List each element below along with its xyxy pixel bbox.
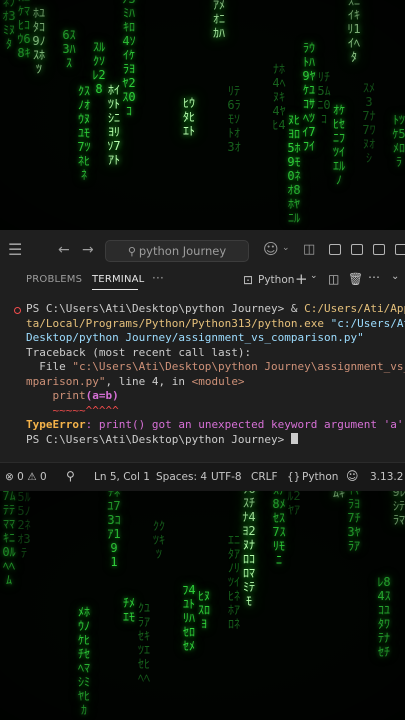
terminal-prompt-line: PS C:\Users\Ati\Desktop\python Journey> (26, 432, 298, 448)
forward-arrow-icon[interactable]: → (82, 242, 94, 258)
terminal-dropdown-icon[interactable]: ⌄ (310, 271, 318, 281)
terminal-line-command: PS C:\Users\Ati\Desktop\python Journey> … (26, 302, 405, 315)
menu-icon[interactable]: ☰ (8, 240, 22, 259)
error-icon: ⊗ (5, 471, 14, 483)
python-version[interactable]: 3.13.2 (370, 471, 403, 483)
matrix-background-bottom: 7ﾑﾃﾃﾏﾏｷﾆ0ﾙﾍﾍﾑ5ﾙ5ﾉ2ﾈｵ3ﾃﾒﾎｳﾉｹﾋﾁｾﾍﾏｼﾐﾔﾋｶｶｵﾁ… (0, 491, 405, 720)
vignette-overlay (0, 0, 405, 230)
traceback-header: Traceback (most recent call last): (26, 345, 252, 359)
terminal-cursor (290, 432, 298, 444)
traceback-code-line: print(a=b) (52, 389, 119, 402)
toggle-panel-icon[interactable] (351, 244, 363, 255)
tab-problems[interactable]: PROBLEMS (26, 274, 82, 285)
chevron-down-icon[interactable]: ⌄ (282, 243, 290, 253)
tab-terminal[interactable]: TERMINAL (92, 274, 144, 285)
problems-status[interactable]: ⊗ 0 ⚠ 0 (5, 471, 47, 483)
more-tabs-icon[interactable]: ··· (152, 271, 164, 285)
back-arrow-icon[interactable]: ← (58, 242, 70, 258)
indentation-status[interactable]: Spaces: 4 (156, 471, 207, 483)
search-icon: ⚲ (127, 245, 136, 258)
matrix-background-top: ﾈﾌｵ3ﾐﾇﾀｽﾕｹﾏﾋｺｳ68ｷﾎﾕﾀｺ9ﾉｽﾎﾂ6ｽ3ﾊｽｸｽﾉｵｳﾇﾕﾓ7… (0, 0, 405, 230)
search-text: python Journey (138, 244, 227, 258)
copilot-status-icon[interactable]: ☺ (346, 469, 359, 483)
toggle-sidebar-icon[interactable] (329, 244, 341, 255)
error-decoration-icon (14, 307, 21, 314)
vignette-overlay (0, 491, 405, 720)
active-tab-indicator (92, 289, 138, 290)
vscode-window: ☰ ← → ⚲ python Journey ☺ ⌄ ◫ PROBLEMS TER… (0, 230, 405, 492)
traceback-file-line: File "c:\Users\Ati\Desktop\python Journe… (26, 360, 405, 373)
terminal-line-command-cont: ta/Local/Programs/Python/Python313/pytho… (26, 316, 405, 330)
error-line: TypeError: print() got an unexpected key… (26, 418, 404, 431)
eol-status[interactable]: CRLF (251, 471, 278, 483)
copilot-icon[interactable]: ☺ (263, 240, 279, 258)
split-terminal-icon[interactable]: ◫ (328, 272, 339, 286)
command-center-search[interactable]: ⚲ python Journey (105, 240, 249, 262)
encoding-status[interactable]: UTF-8 (211, 471, 242, 483)
braces-icon: {} (287, 471, 301, 483)
trash-icon[interactable]: 🗑 (348, 272, 363, 286)
terminal-line-command-cont2: Desktop/python Journey/assignment_vs_com… (26, 331, 364, 344)
maximize-panel-icon[interactable]: ⌄ (391, 271, 399, 282)
traceback-file-line-cont: mparison.py", line 4, in <module> (26, 374, 245, 388)
cursor-position[interactable]: Ln 5, Col 1 (94, 471, 150, 483)
customize-layout-icon[interactable]: ◫ (303, 242, 315, 257)
status-bar: ⊗ 0 ⚠ 0 ⚲ Ln 5, Col 1 Spaces: 4 UTF-8 CR… (0, 462, 405, 492)
traceback-caret-line: ~~~~~^^^^^ (26, 403, 119, 417)
language-mode[interactable]: Python (302, 471, 338, 483)
warning-icon: ⚠ (27, 471, 37, 483)
layout-icon[interactable] (395, 244, 405, 255)
toggle-secondary-sidebar-icon[interactable] (373, 244, 385, 255)
title-bar: ☰ ← → ⚲ python Journey ☺ ⌄ ◫ (0, 230, 405, 270)
zoom-icon[interactable]: ⚲ (66, 469, 75, 483)
more-actions-icon[interactable]: ⋯ (368, 270, 380, 284)
terminal-output[interactable]: PS C:\Users\Ati\Desktop\python Journey> … (0, 302, 405, 462)
terminal-name[interactable]: Python (258, 274, 294, 286)
terminal-icon: ⊡ (243, 273, 254, 287)
panel-header: PROBLEMS TERMINAL ··· ⊡ Python + ⌄ ◫ 🗑 ⋯… (0, 270, 405, 290)
new-terminal-icon[interactable]: + (295, 270, 308, 288)
